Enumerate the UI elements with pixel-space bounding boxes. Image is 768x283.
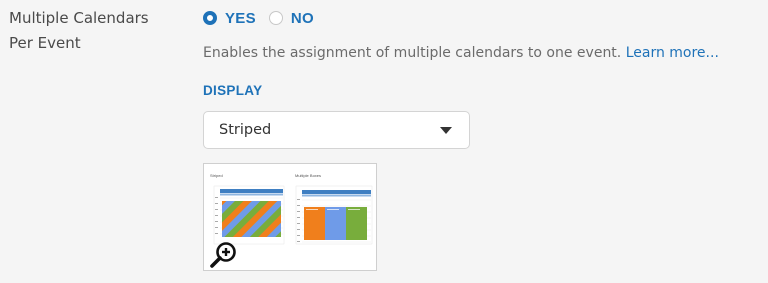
setting-label: Multiple Calendars Per Event — [9, 6, 179, 56]
setting-label-line1: Multiple Calendars — [9, 9, 149, 27]
radio-no[interactable]: NO — [268, 10, 314, 27]
display-select[interactable]: Striped — [203, 111, 470, 149]
radio-yes[interactable]: YES — [203, 10, 256, 27]
learn-more-link[interactable]: Learn more... — [626, 45, 719, 61]
multiple-calendars-radio-group: YES NO — [203, 8, 327, 28]
display-section-label: DISPLAY — [203, 83, 263, 98]
zoom-in-icon[interactable] — [208, 240, 238, 270]
display-select-value: Striped — [219, 122, 272, 138]
radio-unchecked-icon[interactable] — [268, 11, 283, 25]
radio-checked-icon[interactable] — [203, 11, 217, 25]
caret-down-icon — [440, 126, 452, 134]
help-text: Enables the assignment of multiple calen… — [203, 45, 719, 61]
help-description: Enables the assignment of multiple calen… — [203, 45, 622, 61]
radio-no-label[interactable]: NO — [291, 10, 314, 27]
display-preview-thumbnail[interactable]: Striped Multiple Boxes — [203, 163, 377, 271]
radio-yes-label[interactable]: YES — [225, 10, 256, 27]
setting-label-line2: Per Event — [9, 34, 81, 52]
